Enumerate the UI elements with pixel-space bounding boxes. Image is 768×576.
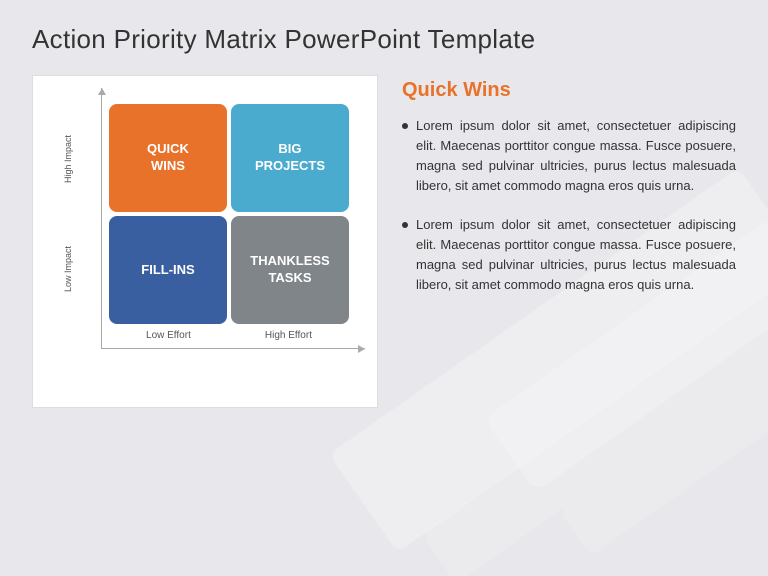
section-title: Quick Wins [402, 79, 736, 102]
cell-big-projects: BIGPROJECTS [231, 104, 349, 212]
matrix-area: High Impact Low Impact QUICKWINS BIGPROJ… [73, 96, 357, 377]
x-axis-line [101, 348, 365, 349]
grid-wrapper: QUICKWINS BIGPROJECTS FILL-INS THANKLESS… [101, 96, 357, 377]
cell-fill-ins: FILL-INS [109, 216, 227, 324]
bullet-dot-1 [402, 123, 408, 129]
matrix-panel: High Impact Low Impact QUICKWINS BIGPROJ… [32, 75, 378, 408]
cell-quick-wins: QUICKWINS [109, 104, 227, 212]
y-label-low-impact: Low Impact [63, 215, 73, 323]
y-axis-labels: High Impact Low Impact [63, 104, 73, 324]
bullet-item-1: Lorem ipsum dolor sit amet, consectetuer… [402, 116, 736, 197]
cell-thankless-tasks: THANKLESSTASKS [231, 216, 349, 324]
x-axis-labels: Low Effort High Effort [109, 330, 349, 341]
matrix-grid: QUICKWINS BIGPROJECTS FILL-INS THANKLESS… [109, 104, 349, 324]
y-axis-arrow [98, 88, 106, 95]
x-label-high-effort: High Effort [265, 330, 312, 341]
description-panel: Quick Wins Lorem ipsum dolor sit amet, c… [402, 75, 736, 313]
bullet-item-2: Lorem ipsum dolor sit amet, consectetuer… [402, 215, 736, 296]
content-row: High Impact Low Impact QUICKWINS BIGPROJ… [32, 75, 736, 408]
y-label-high-impact: High Impact [63, 105, 73, 213]
x-label-low-effort: Low Effort [146, 330, 191, 341]
bullet-text-2: Lorem ipsum dolor sit amet, consectetuer… [416, 215, 736, 296]
x-axis-arrow [358, 345, 365, 353]
bullet-text-1: Lorem ipsum dolor sit amet, consectetuer… [416, 116, 736, 197]
bullet-dot-2 [402, 222, 408, 228]
page-title: Action Priority Matrix PowerPoint Templa… [32, 24, 736, 55]
